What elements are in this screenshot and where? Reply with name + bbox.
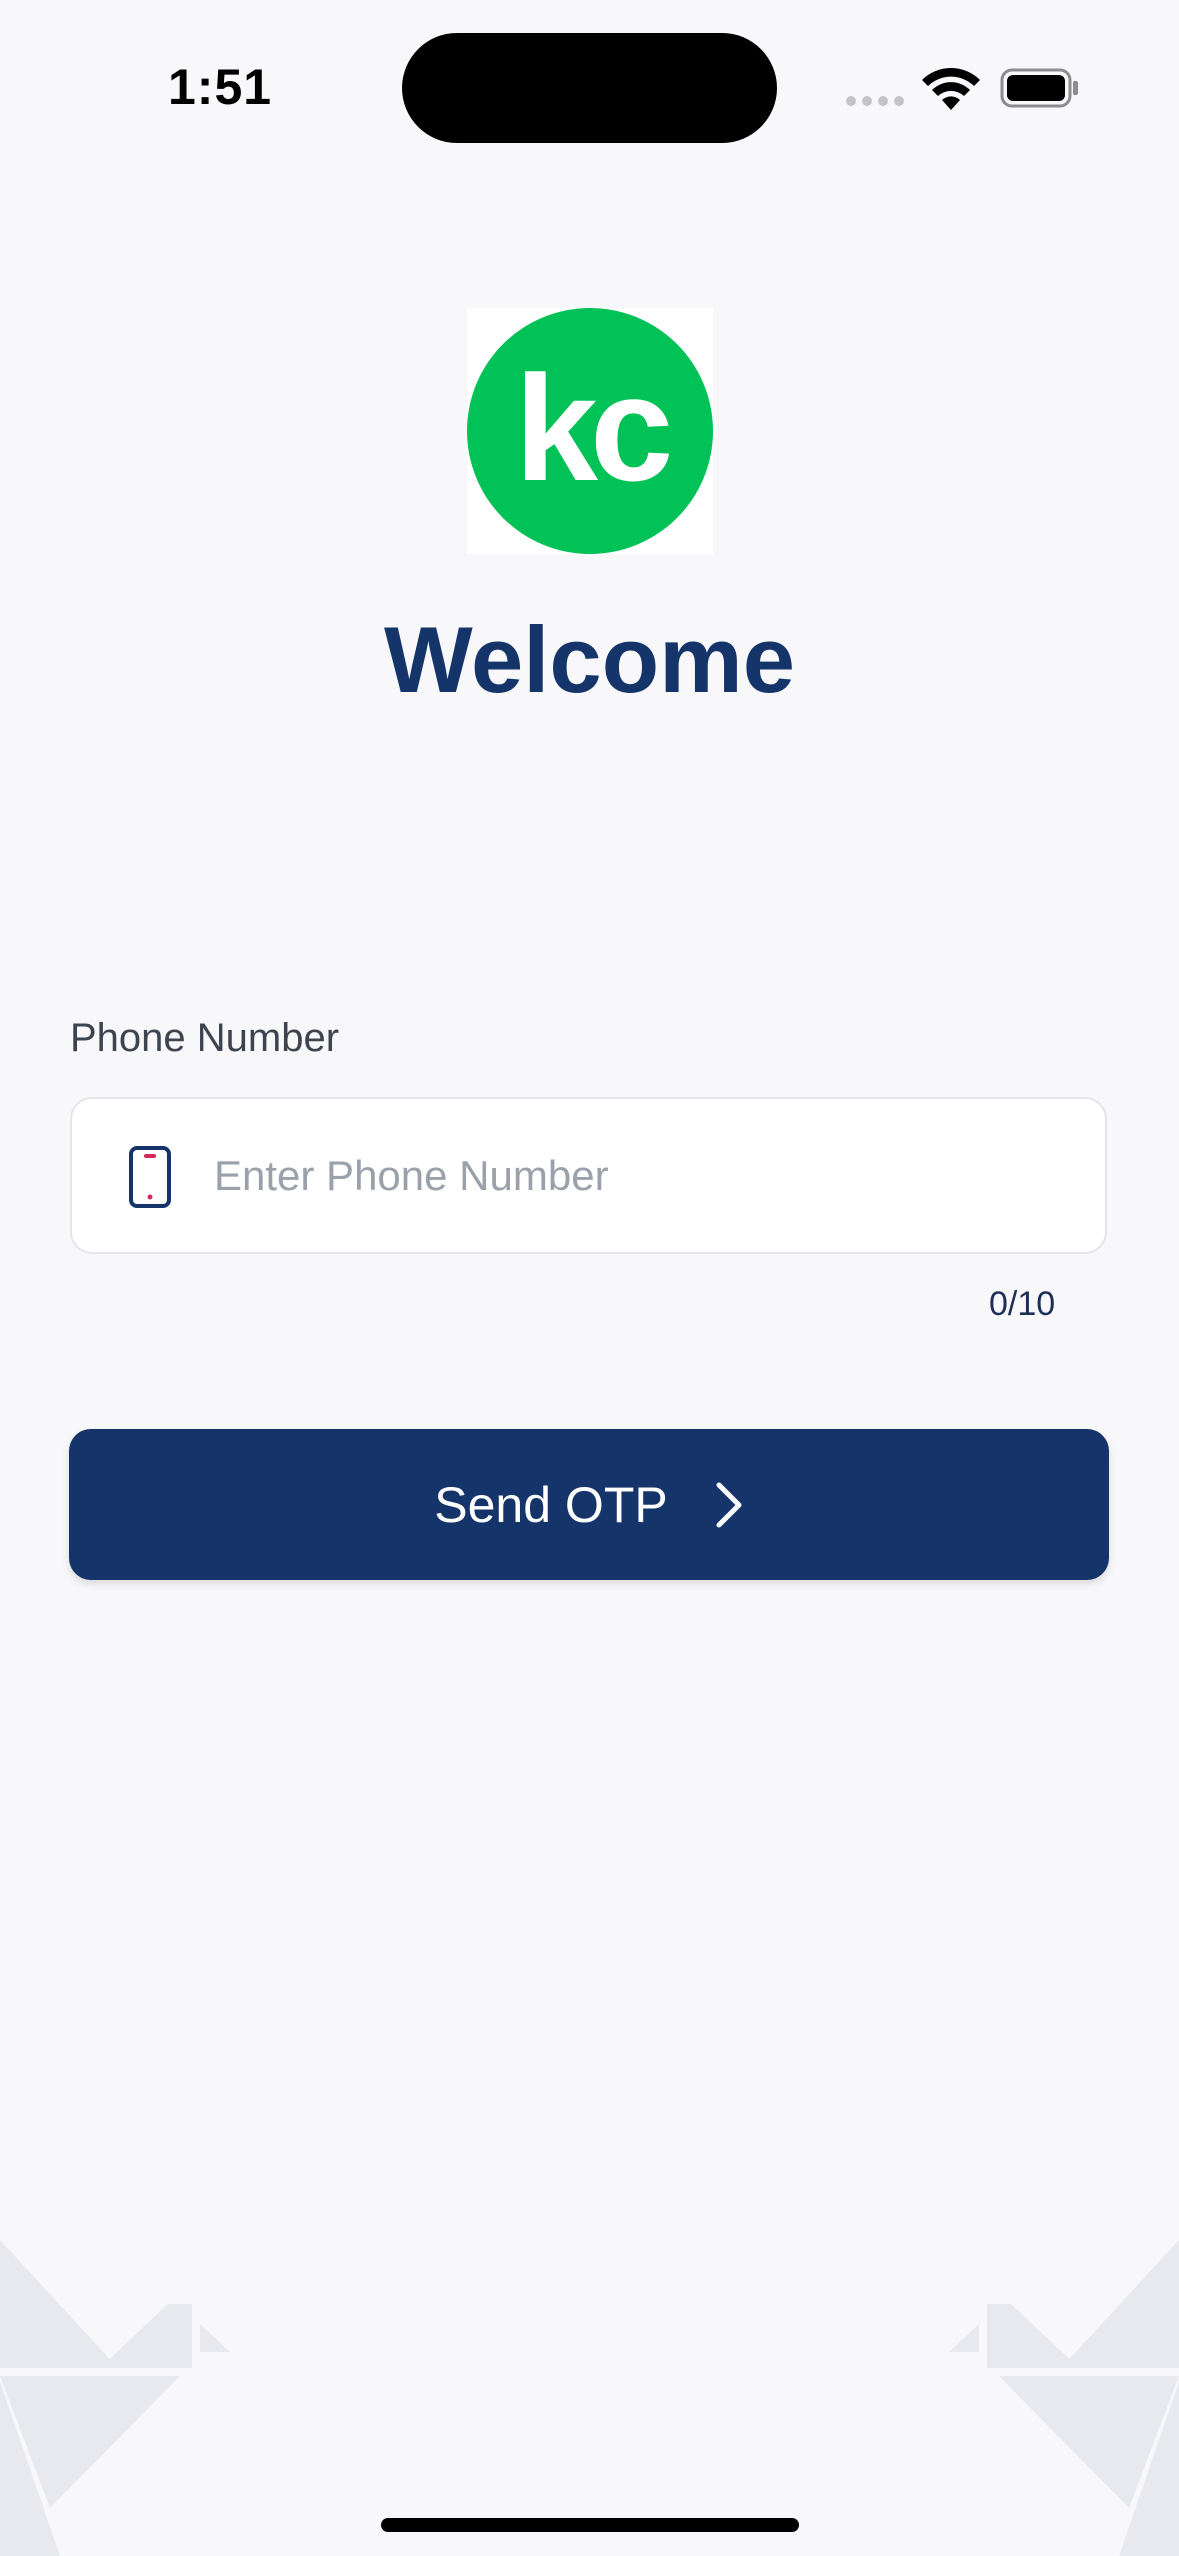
login-screen: 1:51 kc Welcome Phone Number 0/10 Send O… bbox=[0, 0, 1179, 2556]
cellular-signal-icon bbox=[846, 96, 904, 106]
phone-number-field[interactable] bbox=[70, 1097, 1107, 1254]
dynamic-island bbox=[402, 33, 777, 143]
status-time: 1:51 bbox=[168, 59, 273, 115]
send-otp-button[interactable]: Send OTP bbox=[69, 1429, 1109, 1580]
app-logo: kc bbox=[467, 308, 713, 554]
chevron-right-icon bbox=[716, 1482, 742, 1527]
phone-number-input[interactable] bbox=[214, 1099, 1074, 1252]
logo-text: kc bbox=[515, 344, 670, 512]
send-otp-label: Send OTP bbox=[434, 1476, 668, 1533]
page-title: Welcome bbox=[384, 607, 795, 712]
mobile-phone-icon bbox=[129, 1146, 171, 1208]
battery-icon bbox=[1000, 68, 1078, 108]
phone-number-label: Phone Number bbox=[70, 1016, 340, 1060]
decorative-origami-left bbox=[0, 2240, 230, 2556]
home-indicator[interactable] bbox=[381, 2518, 799, 2532]
decorative-origami-right bbox=[949, 2240, 1179, 2556]
wifi-icon bbox=[922, 68, 980, 110]
character-counter: 0/10 bbox=[989, 1285, 1056, 1323]
